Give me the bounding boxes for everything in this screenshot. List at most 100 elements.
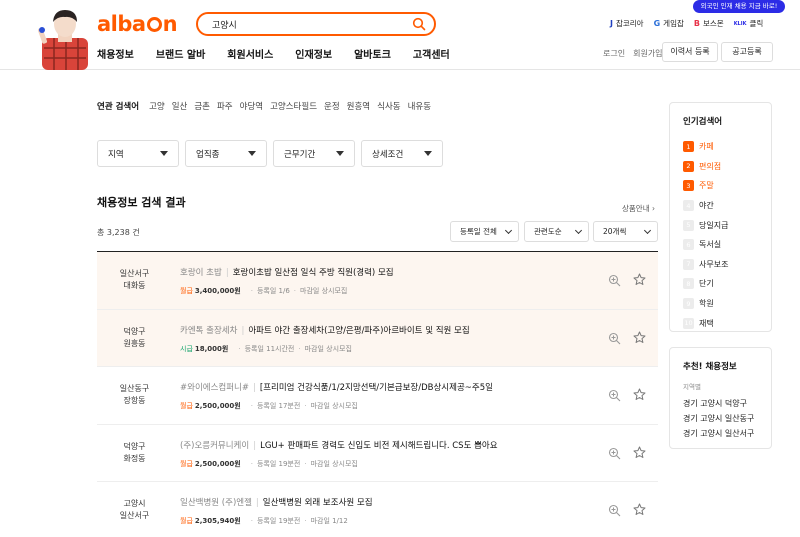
popular-keyword-item[interactable]: 3 주말 (683, 176, 771, 196)
job-company-name[interactable]: 카엔톡 출장세차 (180, 326, 237, 336)
product-info-link[interactable]: 상품안내 › (622, 203, 655, 214)
star-scrap-icon[interactable] (633, 388, 646, 401)
separator-dot: · (250, 402, 253, 410)
related-keyword[interactable]: 일산 (172, 100, 188, 112)
job-company-name[interactable]: 일산백병원 (주)엔젤 (180, 498, 252, 508)
job-company-name[interactable]: #와이에스컴퍼니# (180, 383, 249, 393)
star-scrap-icon[interactable] (633, 331, 646, 344)
filter-work-period-dropdown[interactable]: 근무기간 (273, 140, 355, 167)
filter-region-dropdown[interactable]: 지역 (97, 140, 179, 167)
job-row[interactable]: 덕양구 원흥동 카엔톡 출장세차 | 아파트 야간 출장세차(고양/은평/파주)아르바이… (97, 309, 658, 367)
related-keyword[interactable]: 원흥역 (347, 100, 370, 112)
recommended-region-link[interactable]: 경기 고양시 일산동구 (683, 413, 771, 428)
popular-keyword-item[interactable]: 7 사무보조 (683, 255, 771, 275)
quick-view-icon[interactable] (608, 447, 621, 460)
quick-view-icon[interactable] (608, 332, 621, 345)
resume-register-button[interactable]: 이력서 등록 (662, 42, 718, 62)
star-scrap-icon[interactable] (633, 503, 646, 516)
separator-dot: · (304, 402, 307, 410)
search-icon[interactable] (412, 17, 426, 31)
nav-item-customer-center[interactable]: 고객센터 (413, 46, 450, 61)
rank-badge: 1 (683, 141, 694, 153)
nav-item-member-service[interactable]: 회원서비스 (227, 46, 273, 61)
related-keyword[interactable]: 고양스타필드 (270, 100, 317, 112)
job-title-link[interactable]: LGU+ 판매파트 경력도 신입도 비전 제시해드립니다. CS도 뽑아요 (260, 441, 497, 451)
family-site-jobkorea[interactable]: J 잡코리아 (610, 18, 644, 29)
popular-keyword-item[interactable]: 6 독서실 (683, 235, 771, 255)
albamon-logo[interactable]: albamon alban (97, 12, 178, 36)
login-link[interactable]: 로그인 (603, 48, 625, 59)
popular-keyword-item[interactable]: 1 카페 (683, 137, 771, 157)
nav-item-job-info[interactable]: 채용정보 (97, 46, 134, 61)
job-row[interactable]: 고양시 일산서구 일산백병원 (주)엔젤 | 일산백병원 외래 보조사원 모집 월급 2,3… (97, 482, 658, 537)
recommended-jobs-subtitle: 지역별 (683, 383, 701, 391)
product-info-label: 상품안내 (622, 204, 650, 213)
job-row[interactable]: 덕양구 화정동 (주)오름커뮤니케이 | LGU+ 판매파트 경력도 신입도 비전 제시… (97, 425, 658, 482)
date-filter-select[interactable]: 등록일 전체 (450, 221, 519, 242)
popular-keyword-label: 야간 (699, 201, 714, 211)
popular-keyword-item[interactable]: 5 당일지급 (683, 215, 771, 235)
pay-type-label: 월급 (180, 459, 193, 468)
job-row[interactable]: 일산서구 대화동 호랑이 초밥 | 호랑이초밥 일산점 일식 주방 직원(경력) 모집 월… (97, 252, 658, 310)
job-title-link[interactable]: 아파트 야간 출장세차(고양/은평/파주)아르바이트 및 직원 모집 (248, 326, 469, 336)
family-site-gamejob[interactable]: G 게임잡 (654, 18, 684, 29)
caret-down-icon (336, 151, 344, 156)
popular-keyword-item[interactable]: 2 편의점 (683, 157, 771, 177)
page-size-select[interactable]: 20개씩 (593, 221, 658, 242)
job-location-dong: 원흥동 (123, 338, 146, 348)
popular-keyword-item[interactable]: 8 단기 (683, 274, 771, 294)
filter-label: 지역 (108, 149, 124, 160)
rank-badge: 2 (683, 160, 694, 172)
star-scrap-icon[interactable] (633, 446, 646, 459)
foreign-talent-promo-badge[interactable]: 외국인 인재 채용 지금 바로! (693, 0, 785, 13)
search-input[interactable] (212, 18, 402, 31)
popular-keyword-label: 카페 (699, 142, 714, 152)
related-keyword[interactable]: 파주 (217, 100, 233, 112)
quick-view-icon[interactable] (608, 389, 621, 402)
sort-order-select[interactable]: 관련도순 (524, 221, 589, 242)
quick-view-icon[interactable] (608, 504, 621, 517)
popular-keyword-item[interactable]: 4 야간 (683, 196, 771, 216)
recommended-region-link[interactable]: 경기 고양시 일산서구 (683, 428, 771, 443)
related-keyword[interactable]: 운정 (324, 100, 340, 112)
mascot-image (37, 10, 88, 70)
chevron-right-icon: › (652, 204, 655, 213)
related-keyword[interactable]: 금촌 (194, 100, 210, 112)
filter-detail-dropdown[interactable]: 상세조건 (361, 140, 443, 167)
related-keyword[interactable]: 고양 (149, 100, 165, 112)
job-post-button[interactable]: 공고등록 (721, 42, 773, 62)
job-company-name[interactable]: (주)오름커뮤니케이 (180, 441, 249, 451)
star-scrap-icon[interactable] (633, 273, 646, 286)
rank-badge: 4 (683, 200, 694, 212)
signup-link[interactable]: 회원가입 (633, 48, 662, 59)
family-site-label: 게임잡 (663, 19, 684, 28)
job-row[interactable]: 일산동구 장항동 #와이에스컴퍼니# | [프리미엄 건강식품/1/2지망선택/기본급보… (97, 367, 658, 425)
separator-dot: · (304, 517, 307, 525)
family-site-klik[interactable]: KLIK 클릭 (734, 18, 764, 29)
chevron-down-icon (574, 226, 583, 234)
job-company-name[interactable]: 호랑이 초밥 (180, 268, 222, 278)
chevron-down-icon (643, 226, 652, 234)
job-meta: 월급 3,400,000원 · 등록일 1/6 · 마감일 상시모집 (180, 286, 347, 296)
job-heading: 일산백병원 (주)엔젤 | 일산백병원 외래 보조사원 모집 (180, 496, 373, 508)
job-deadline: 마감일 1/12 (310, 517, 348, 525)
nav-item-alba-talk[interactable]: 알바토크 (354, 46, 391, 61)
related-keyword[interactable]: 야당역 (240, 100, 263, 112)
filter-job-type-dropdown[interactable]: 업직종 (185, 140, 267, 167)
related-keyword[interactable]: 내유동 (408, 100, 431, 112)
search-box[interactable] (196, 12, 436, 36)
popular-keyword-item[interactable]: 9 학원 (683, 294, 771, 314)
jobkorea-icon: J (610, 19, 613, 28)
related-keyword[interactable]: 식사동 (377, 100, 400, 112)
pay-amount: 18,000원 (194, 344, 229, 353)
nav-item-talent-info[interactable]: 인재정보 (295, 46, 332, 61)
recommended-region-link[interactable]: 경기 고양시 덕양구 (683, 398, 771, 413)
job-title-link[interactable]: [프리미엄 건강식품/1/2지망선택/기본급보장/DB상시제공~주5일 (260, 383, 493, 393)
family-site-bossmon[interactable]: B 보스몬 (694, 18, 724, 29)
nav-item-brand-alba[interactable]: 브랜드 알바 (156, 46, 205, 61)
popular-keyword-item[interactable]: 10 재택 (683, 313, 771, 333)
job-title-link[interactable]: 일산백병원 외래 보조사원 모집 (263, 498, 373, 508)
job-title-link[interactable]: 호랑이초밥 일산점 일식 주방 직원(경력) 모집 (233, 268, 394, 278)
quick-view-icon[interactable] (608, 274, 621, 287)
pay-type-label: 월급 (180, 402, 193, 410)
